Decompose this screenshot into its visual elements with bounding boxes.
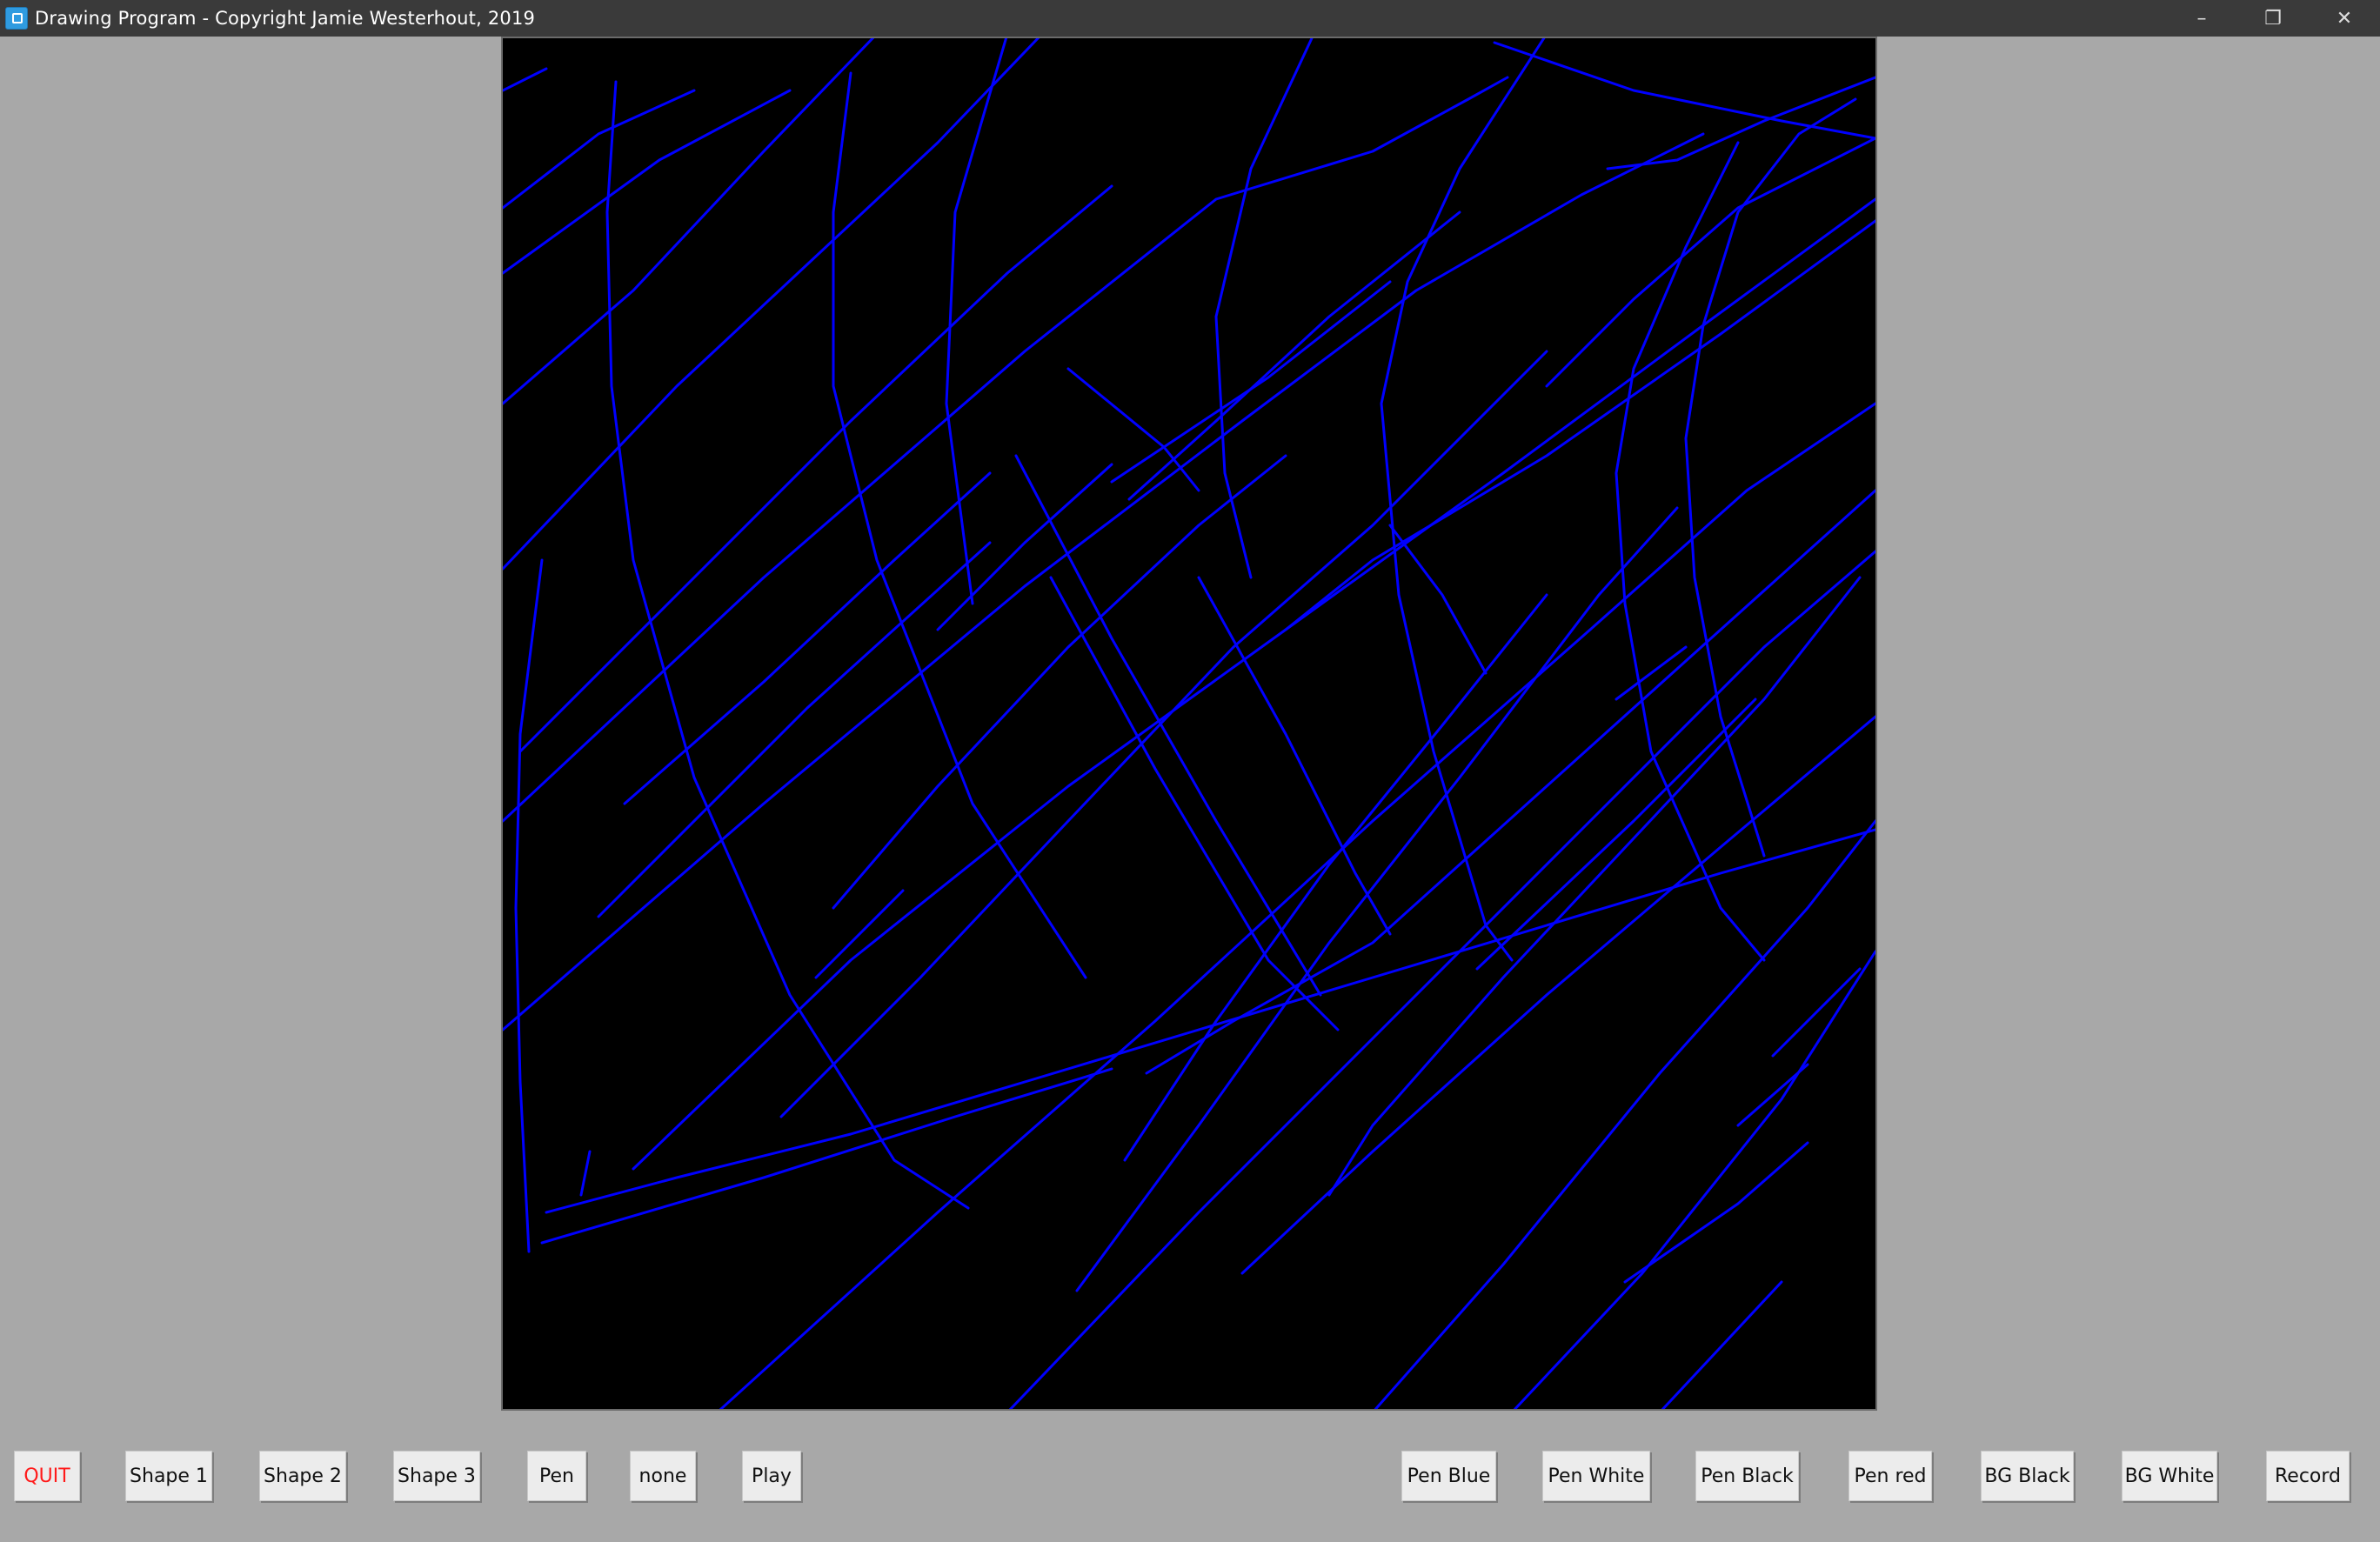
shape-2-button[interactable]: Shape 2 — [259, 1451, 346, 1501]
stroke — [1066, 367, 1200, 492]
drawing-canvas[interactable] — [501, 37, 1877, 1411]
stroke — [1388, 524, 1488, 675]
stroke — [1380, 38, 1546, 962]
stroke — [597, 541, 992, 918]
quit-button[interactable]: QUIT — [14, 1451, 80, 1501]
stroke — [1545, 137, 1875, 388]
shape-3-button[interactable]: Shape 3 — [393, 1451, 480, 1501]
pen-blue-button[interactable]: Pen Blue — [1401, 1451, 1496, 1501]
minimize-button[interactable]: – — [2166, 0, 2237, 37]
stroke — [1197, 576, 1392, 936]
stroke — [1014, 454, 1322, 997]
stroke — [579, 1150, 592, 1197]
stroke — [1214, 38, 1314, 579]
stroke — [632, 197, 1875, 1171]
stroke — [514, 558, 544, 1253]
pen-red-button[interactable]: Pen red — [1849, 1451, 1932, 1501]
bg-white-button[interactable]: BG White — [2122, 1451, 2217, 1501]
pen-button[interactable]: Pen — [527, 1451, 586, 1501]
stroke — [1008, 550, 1875, 1409]
stroke — [936, 463, 1113, 631]
stroke — [1240, 715, 1875, 1275]
stroke — [814, 889, 905, 979]
stroke — [1049, 576, 1340, 1031]
stroke — [503, 132, 1705, 1031]
close-button[interactable]: ✕ — [2309, 0, 2380, 37]
maximize-button[interactable]: ❐ — [2237, 0, 2309, 37]
stroke — [1374, 819, 1875, 1409]
pen-white-button[interactable]: Pen White — [1542, 1451, 1650, 1501]
window-title: Drawing Program - Copyright Jamie Wester… — [35, 8, 536, 29]
stroke — [1110, 280, 1392, 484]
app-icon — [5, 7, 28, 30]
window-controls: – ❐ ✕ — [2166, 0, 2380, 37]
title-bar: Drawing Program - Copyright Jamie Wester… — [0, 0, 2380, 37]
stroke — [832, 454, 1287, 910]
stroke — [1661, 1280, 1783, 1409]
stroke — [719, 402, 1875, 1409]
stroke — [545, 828, 1875, 1214]
record-button[interactable]: Record — [2266, 1451, 2350, 1501]
stroke — [1075, 506, 1679, 1292]
stroke — [503, 67, 548, 92]
stroke — [605, 80, 970, 1210]
stroke — [1475, 698, 1757, 971]
stroke — [503, 89, 792, 275]
stroke — [1493, 41, 1875, 140]
stroke — [540, 1067, 1113, 1245]
drawing-surface[interactable] — [503, 38, 1875, 1409]
stroke — [623, 471, 992, 805]
stroke — [503, 38, 1040, 571]
shape-1-button[interactable]: Shape 1 — [125, 1451, 212, 1501]
stroke — [503, 89, 696, 210]
pen-black-button[interactable]: Pen Black — [1695, 1451, 1799, 1501]
stroke — [503, 76, 1509, 823]
toolbar: QUIT Shape 1 Shape 2 Shape 3 Pen none Pl… — [0, 1451, 2380, 1503]
stroke — [1145, 489, 1875, 1075]
play-button[interactable]: Play — [742, 1451, 801, 1501]
none-button[interactable]: none — [630, 1451, 696, 1501]
stroke — [1513, 950, 1875, 1409]
bg-black-button[interactable]: BG Black — [1981, 1451, 2074, 1501]
stroke — [1736, 1063, 1809, 1127]
stroke — [1606, 76, 1875, 170]
